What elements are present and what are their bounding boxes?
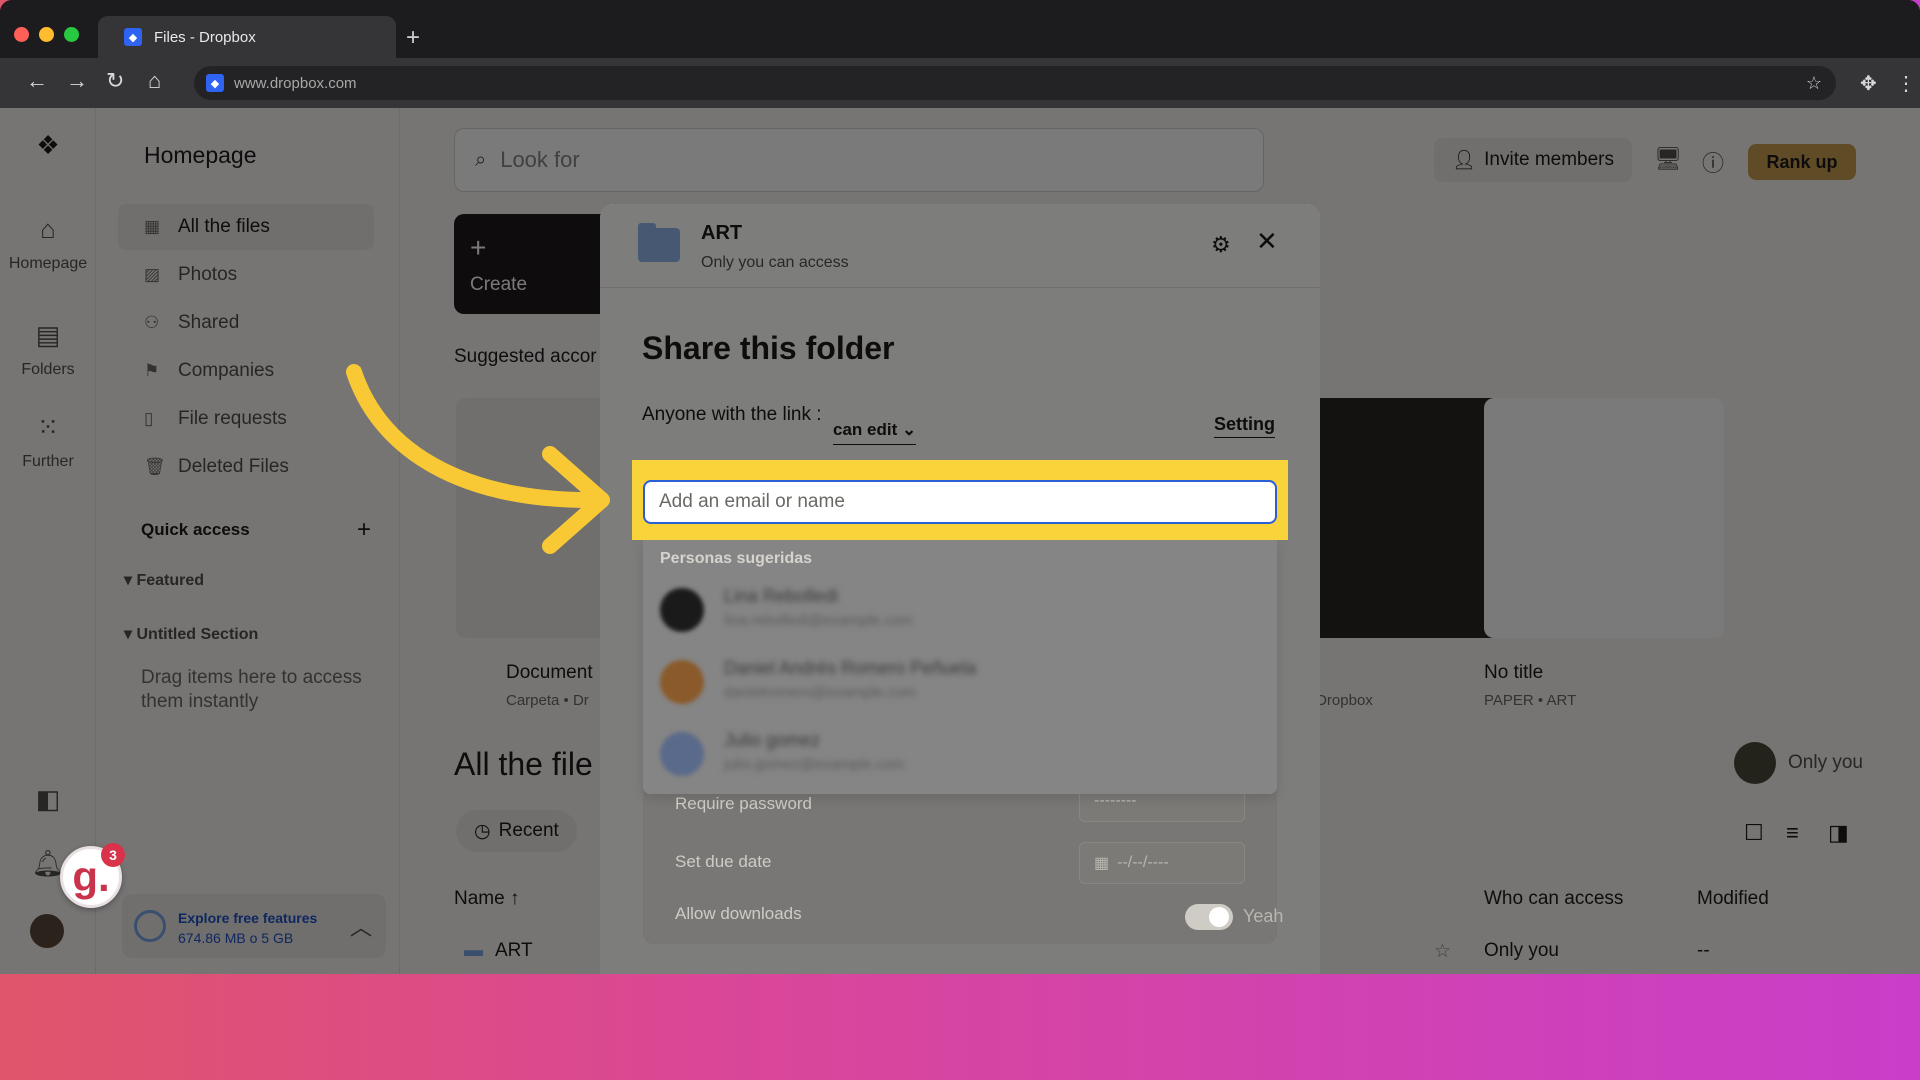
url-bar[interactable]: ◆ www.dropbox.com ☆ <box>194 66 1836 100</box>
modal-title: Share this folder <box>642 330 895 366</box>
dropbox-favicon-icon: ◆ <box>206 74 224 92</box>
person-email: julio.gomez@example.com <box>724 756 905 773</box>
calendar-icon: ▦ <box>1094 855 1110 872</box>
suggested-person[interactable]: Julio gomez julio.gomez@example.com <box>660 722 1260 786</box>
due-date-field[interactable]: ▦ --/--/---- <box>1079 842 1245 884</box>
option-label: Require password <box>675 794 813 813</box>
forward-arrow-icon[interactable]: → <box>66 68 88 94</box>
close-window-button[interactable] <box>14 27 29 42</box>
title-bar: ◆ Files - Dropbox + <box>0 0 1920 58</box>
link-permission-dropdown[interactable]: can edit ⌄ <box>833 420 917 445</box>
option-label: Allow downloads <box>675 904 802 923</box>
guide-widget[interactable]: g. 3 <box>60 843 125 908</box>
modal-header: ART Only you can access ⚙ ✕ <box>600 204 1320 288</box>
link-label: Anyone with the link : <box>642 404 822 425</box>
folder-name: ART <box>701 222 743 244</box>
browser-menu-icon[interactable]: ⋮ <box>1896 71 1916 96</box>
home-icon[interactable]: ⌂ <box>148 68 161 94</box>
extensions-puzzle-icon[interactable]: ✥ <box>1860 71 1877 96</box>
permission-label: can edit <box>833 420 898 439</box>
allow-downloads-toggle[interactable] <box>1185 904 1233 930</box>
folder-icon <box>638 223 680 262</box>
minimize-window-button[interactable] <box>39 27 54 42</box>
avatar <box>660 732 704 776</box>
gear-icon[interactable]: ⚙ <box>1211 232 1231 258</box>
new-tab-button[interactable]: + <box>406 24 420 52</box>
suggestions-dropdown: Personas sugeridas Lina Rebolledi lina.r… <box>643 538 1277 794</box>
suggested-person[interactable]: Daniel Andrés Romero Peñuela danielromer… <box>660 650 1260 714</box>
back-arrow-icon[interactable]: ← <box>26 68 48 94</box>
person-name: Lina Rebolledi <box>724 586 839 606</box>
option-label: Set due date <box>675 852 772 871</box>
avatar <box>660 660 704 704</box>
reload-icon[interactable]: ↻ <box>106 68 124 94</box>
notification-count-badge: 3 <box>101 843 125 867</box>
suggested-person[interactable]: Lina Rebolledi lina.rebolledi@example.co… <box>660 578 1260 642</box>
setting-link[interactable]: Setting <box>1214 414 1275 438</box>
dropbox-favicon-icon: ◆ <box>124 28 142 46</box>
address-bar-row: ← → ↻ ⌂ ◆ www.dropbox.com ☆ ✥ ⋮ <box>0 58 1920 108</box>
link-options-panel: Require password -------- Set due date ▦… <box>643 780 1283 944</box>
url-text: www.dropbox.com <box>234 74 357 92</box>
bookmark-star-icon[interactable]: ☆ <box>1806 73 1822 94</box>
annotation-arrow-icon <box>346 364 610 554</box>
avatar <box>660 588 704 632</box>
person-name: Daniel Andrés Romero Peñuela <box>724 658 977 678</box>
person-name: Julio gomez <box>724 730 821 750</box>
folder-access: Only you can access <box>701 254 849 271</box>
browser-tab[interactable]: ◆ Files - Dropbox <box>98 16 396 58</box>
tab-title: Files - Dropbox <box>154 28 256 46</box>
toggle-label: Yeah <box>1243 906 1284 926</box>
close-icon[interactable]: ✕ <box>1256 226 1278 257</box>
due-date-value: --/--/---- <box>1117 854 1169 871</box>
chevron-down-icon: ⌄ <box>901 420 917 439</box>
maximize-window-button[interactable] <box>64 27 79 42</box>
email-or-name-input[interactable] <box>643 480 1277 524</box>
suggestions-heading: Personas sugeridas <box>660 550 813 567</box>
person-email: danielromero@example.com <box>724 684 916 701</box>
person-email: lina.rebolledi@example.com <box>724 612 913 629</box>
